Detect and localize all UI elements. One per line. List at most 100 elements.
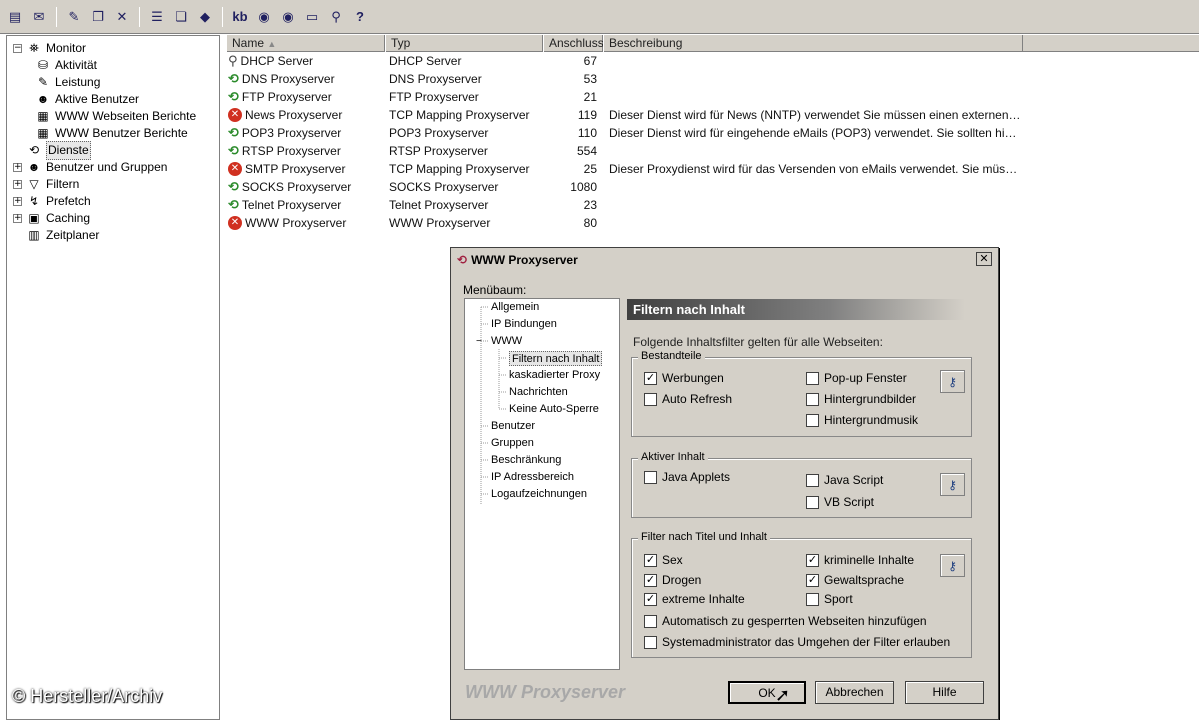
help-icon[interactable]: ? [349,6,371,28]
checkbox-java-applets[interactable]: Java Applets [644,470,730,484]
table-row[interactable]: ✕ News Proxyserver TCP Mapping Proxyserver… [226,106,1023,124]
checkbox-box[interactable]: ✓ [644,573,657,587]
abbrechen-button[interactable]: Abbrechen [815,681,894,704]
menu-tree-item[interactable]: kaskadierter Proxy [509,368,600,383]
book-icon[interactable]: ❏ [170,6,192,28]
checkbox-box[interactable] [806,473,819,487]
tree-leistung[interactable]: ✎ Leistung [35,74,100,91]
expand-toggle-icon[interactable]: + [13,180,22,189]
table-row[interactable]: ⟲ POP3 Proxyserver POP3 Proxyserver 110 Dies… [226,124,1023,142]
checkbox-box[interactable] [806,413,819,427]
tool-icon-2[interactable]: ✉ [28,6,50,28]
column-header-typ[interactable]: Typ [385,35,543,52]
dialog-titlebar[interactable]: ⟲ WWW Proxyserver ✕ [453,250,996,269]
key-icon[interactable]: ⚷ [940,554,965,577]
tree-www-benutzer-berichte[interactable]: ▦ WWW Benutzer Berichte [35,125,187,142]
checkbox-extreme-inhalte[interactable]: ✓ extreme Inhalte [644,592,745,606]
checkbox-vb-script[interactable]: VB Script [806,495,874,509]
expand-toggle-icon[interactable]: − [13,44,22,53]
menu-tree-item[interactable]: Nachrichten [509,385,568,400]
checkbox-sport[interactable]: Sport [806,592,853,606]
tool-icon-1[interactable]: ▤ [4,6,26,28]
checkbox-hintergrundmusik[interactable]: Hintergrundmusik [806,413,918,427]
menu-tree-item[interactable]: IP Bindungen [491,317,557,332]
checkbox-box[interactable] [806,495,819,509]
checkbox-admin-umgehen[interactable]: Systemadministrator das Umgehen der Filt… [644,635,950,649]
column-header-beschreibung[interactable]: Beschreibung [603,35,1023,52]
tree-prefetch[interactable]: + ↯ Prefetch [13,193,91,210]
tree-aktivitaet[interactable]: ⛁ Aktivität [35,57,97,74]
checkbox-box[interactable] [806,392,819,406]
tool-icon-6[interactable]: ◉ [277,6,299,28]
edit-properties-icon[interactable]: ✎ [63,6,85,28]
tool-icon-3[interactable]: ☰ [146,6,168,28]
checkbox-auto-refresh[interactable]: Auto Refresh [644,392,732,406]
binoculars-icon[interactable]: ⚲ [325,6,347,28]
column-header-anschluss[interactable]: Anschluss [543,35,604,52]
tree-monitor[interactable]: − ⛯ Monitor [13,40,86,57]
collapse-toggle-icon[interactable]: − [476,334,482,349]
tree-filtern[interactable]: + ▽ Filtern [13,176,79,193]
hilfe-button[interactable]: Hilfe [905,681,984,704]
expand-toggle-icon[interactable]: + [13,197,22,206]
checkbox-auto-gesperrt[interactable]: Automatisch zu gesperrten Webseiten hinz… [644,614,927,628]
expand-toggle-icon[interactable]: + [13,163,22,172]
navigation-tree[interactable]: − ⛯ Monitor ⛁ Aktivität ✎ Leistung ☻ Aktive Benu… [6,35,220,720]
tree-dienste[interactable]: ⟲ Dienste [13,141,91,160]
tree-benutzer-und-gruppen[interactable]: + ☻ Benutzer und Gruppen [13,159,167,176]
window-icon[interactable]: ▭ [301,6,323,28]
menu-tree-item[interactable]: Allgemein [491,300,539,315]
table-row[interactable]: ✕ WWW Proxyserver WWW Proxyserver 80 [226,214,1023,232]
expand-toggle-icon[interactable]: + [13,214,22,223]
checkbox-box[interactable]: ✓ [806,553,819,567]
checkbox-java-script[interactable]: Java Script [806,473,883,487]
checkbox-box[interactable] [644,470,657,484]
menu-tree-item[interactable]: Filtern nach Inhalt [509,351,603,366]
checkbox-drogen[interactable]: ✓ Drogen [644,573,701,587]
checkbox-box[interactable]: ✓ [644,553,657,567]
checkbox-gewaltsprache[interactable]: ✓ Gewaltsprache [806,573,904,587]
menu-tree-item[interactable]: Logaufzeichnungen [491,487,587,502]
menu-tree-item[interactable]: WWW [491,334,522,349]
checkbox-box[interactable] [644,635,657,649]
menu-tree-item[interactable]: IP Adressbereich [491,470,574,485]
ok-button[interactable]: OK [728,681,806,704]
checkbox-kriminelle-inhalte[interactable]: ✓ kriminelle Inhalte [806,553,914,567]
tool-icon-4[interactable]: ◆ [194,6,216,28]
menu-tree-item[interactable]: Beschränkung [491,453,561,468]
checkbox-popup-fenster[interactable]: Pop-up Fenster [806,371,907,385]
menu-tree[interactable]: Allgemein IP Bindungen WWW Filtern nach Inh… [464,298,620,670]
checkbox-box[interactable]: ✓ [644,592,657,606]
table-row[interactable]: ⟲ DNS Proxyserver DNS Proxyserver 53 [226,70,1023,88]
checkbox-box[interactable]: ✓ [806,573,819,587]
table-row[interactable]: ✕ SMTP Proxyserver TCP Mapping Proxyserver… [226,160,1023,178]
checkbox-sex[interactable]: ✓ Sex [644,553,683,567]
kb-icon[interactable]: kb [229,6,251,28]
tree-www-webseiten-berichte[interactable]: ▦ WWW Webseiten Berichte [35,108,196,125]
checkbox-box[interactable]: ✓ [644,371,657,385]
checkbox-hintergrundbilder[interactable]: Hintergrundbilder [806,392,916,406]
table-row[interactable]: ⟲ SOCKS Proxyserver SOCKS Proxyserver 1080 [226,178,1023,196]
copy-icon[interactable]: ❐ [87,6,109,28]
checkbox-werbungen[interactable]: ✓ Werbungen [644,371,724,385]
delete-icon[interactable]: ✕ [111,6,133,28]
menu-tree-item[interactable]: Gruppen [491,436,534,451]
key-icon[interactable]: ⚷ [940,473,965,496]
tree-caching[interactable]: + ▣ Caching [13,210,90,227]
column-header-name[interactable]: Name ▲ [226,35,385,52]
checkbox-box[interactable] [644,392,657,406]
key-icon[interactable]: ⚷ [940,370,965,393]
menu-tree-item[interactable]: Benutzer [491,419,535,434]
menu-tree-item[interactable]: Keine Auto-Sperre [509,402,599,417]
checkbox-box[interactable] [644,614,657,628]
close-icon[interactable]: ✕ [976,252,992,266]
checkbox-box[interactable] [806,371,819,385]
tree-zeitplaner[interactable]: ▥ Zeitplaner [13,227,99,244]
tool-icon-5[interactable]: ◉ [253,6,275,28]
checkbox-box[interactable] [806,592,819,606]
table-row[interactable]: ⚲ DHCP Server DHCP Server 67 [226,52,1023,70]
table-row[interactable]: ⟲ RTSP Proxyserver RTSP Proxyserver 554 [226,142,1023,160]
tree-aktive-benutzer[interactable]: ☻ Aktive Benutzer [35,91,139,108]
table-row[interactable]: ⟲ Telnet Proxyserver Telnet Proxyserver 23 [226,196,1023,214]
table-row[interactable]: ⟲ FTP Proxyserver FTP Proxyserver 21 [226,88,1023,106]
